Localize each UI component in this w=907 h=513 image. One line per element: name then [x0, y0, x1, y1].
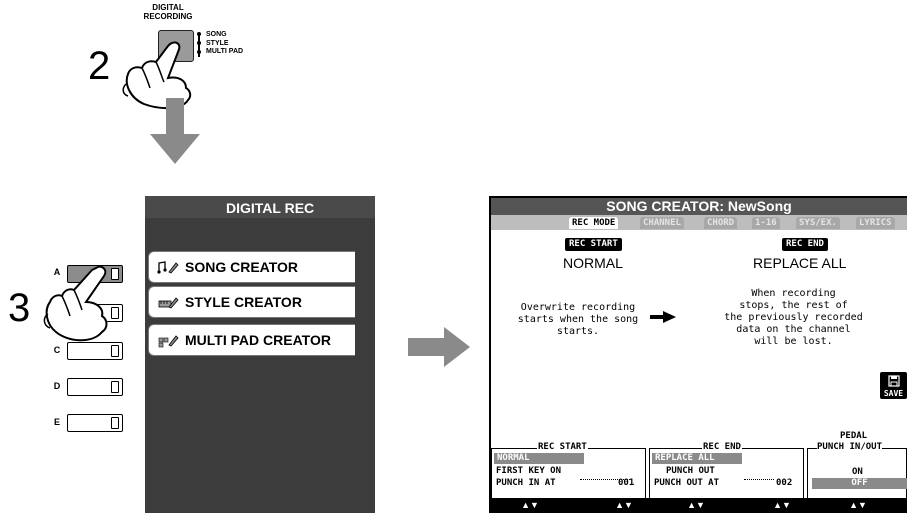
button-d[interactable] — [67, 378, 123, 396]
step-number: 3 — [8, 286, 31, 330]
multipad-pencil-icon — [158, 335, 179, 348]
right-arrow-body — [408, 338, 446, 356]
menu-item-label: STYLE CREATOR — [185, 294, 302, 310]
music-note-pencil-icon — [157, 261, 179, 274]
punch-in-value[interactable]: 001 — [618, 478, 634, 488]
control-up-down-button[interactable]: ▲▼ — [676, 499, 716, 512]
pedal-on-option[interactable]: ON — [852, 467, 863, 477]
tab-rec-mode[interactable]: REC MODE — [569, 217, 619, 229]
pedal-off-option[interactable]: OFF — [812, 478, 907, 489]
menu-item-multi-pad-creator[interactable]: MULTI PAD CREATOR — [148, 324, 355, 356]
rec-start-badge: REC START — [565, 238, 622, 251]
button-label-d: D — [53, 381, 61, 391]
control-up-down-button[interactable]: ▲▼ — [838, 499, 878, 512]
pedal-group-label: PUNCH IN/OUT — [817, 442, 883, 452]
menu-item-label: SONG CREATOR — [185, 259, 299, 275]
menu-item-song-creator[interactable]: SONG CREATOR — [148, 251, 355, 283]
punch-out-value[interactable]: 002 — [776, 478, 792, 488]
arrow-right-icon — [650, 311, 676, 323]
rec-start-group-label: REC START — [537, 442, 588, 452]
mode-led — [197, 32, 201, 36]
menu-item-label: MULTI PAD CREATOR — [185, 332, 331, 348]
tab-1-16[interactable]: 1-16 — [752, 217, 780, 229]
pointing-hand-icon — [43, 265, 108, 342]
step-number: 2 — [88, 44, 111, 88]
down-arrow-icon — [150, 98, 200, 164]
digital-recording-label: DIGITAL RECORDING — [143, 3, 193, 21]
rec-start-option-normal[interactable]: NORMAL — [494, 453, 584, 464]
tab-sys-ex[interactable]: SYS/EX. — [796, 217, 840, 229]
control-up-down-button[interactable]: ▲▼ — [762, 499, 802, 512]
save-button[interactable]: SAVE — [880, 372, 907, 399]
floppy-disk-icon — [887, 375, 900, 387]
rec-end-description: When recording stops, the rest of the pr… — [724, 288, 863, 347]
panel-title: DIGITAL REC — [226, 200, 315, 216]
style-pencil-icon — [158, 297, 179, 309]
leader-dots — [744, 479, 774, 480]
rec-start-option-first-key-on[interactable]: FIRST KEY ON — [496, 466, 561, 476]
control-up-down-button[interactable]: ▲▼ — [510, 499, 550, 512]
tab-bar — [491, 215, 907, 230]
mode-options: SONG STYLE MULTI PAD — [206, 31, 244, 55]
button-e[interactable] — [67, 414, 123, 432]
tab-chord[interactable]: CHORD — [704, 217, 738, 229]
save-label: SAVE — [883, 389, 904, 398]
pedal-group-label: PEDAL — [840, 431, 868, 441]
button-label-e: E — [53, 417, 60, 427]
menu-item-style-creator[interactable]: STYLE CREATOR — [148, 286, 355, 318]
screen-title: SONG CREATOR: NewSong — [491, 198, 907, 215]
tab-channel[interactable]: CHANNEL — [640, 217, 684, 229]
rec-end-option-replace-all[interactable]: REPLACE ALL — [652, 453, 742, 464]
rec-end-value: REPLACE ALL — [753, 255, 847, 271]
control-up-down-button[interactable]: ▲▼ — [604, 499, 644, 512]
rec-start-description: Overwrite recording starts when the song… — [517, 302, 639, 337]
rec-end-option-punch-out-at[interactable]: PUNCH OUT AT — [654, 478, 719, 488]
right-arrow-icon — [444, 327, 470, 367]
rec-start-value: NORMAL — [563, 255, 623, 271]
rec-start-option-punch-in-at[interactable]: PUNCH IN AT — [496, 478, 556, 488]
rec-end-badge: REC END — [782, 238, 828, 251]
tab-lyrics[interactable]: LYRICS — [856, 217, 895, 229]
rec-end-option-punch-out[interactable]: PUNCH OUT — [666, 466, 715, 476]
rec-end-group-label: REC END — [702, 442, 742, 452]
